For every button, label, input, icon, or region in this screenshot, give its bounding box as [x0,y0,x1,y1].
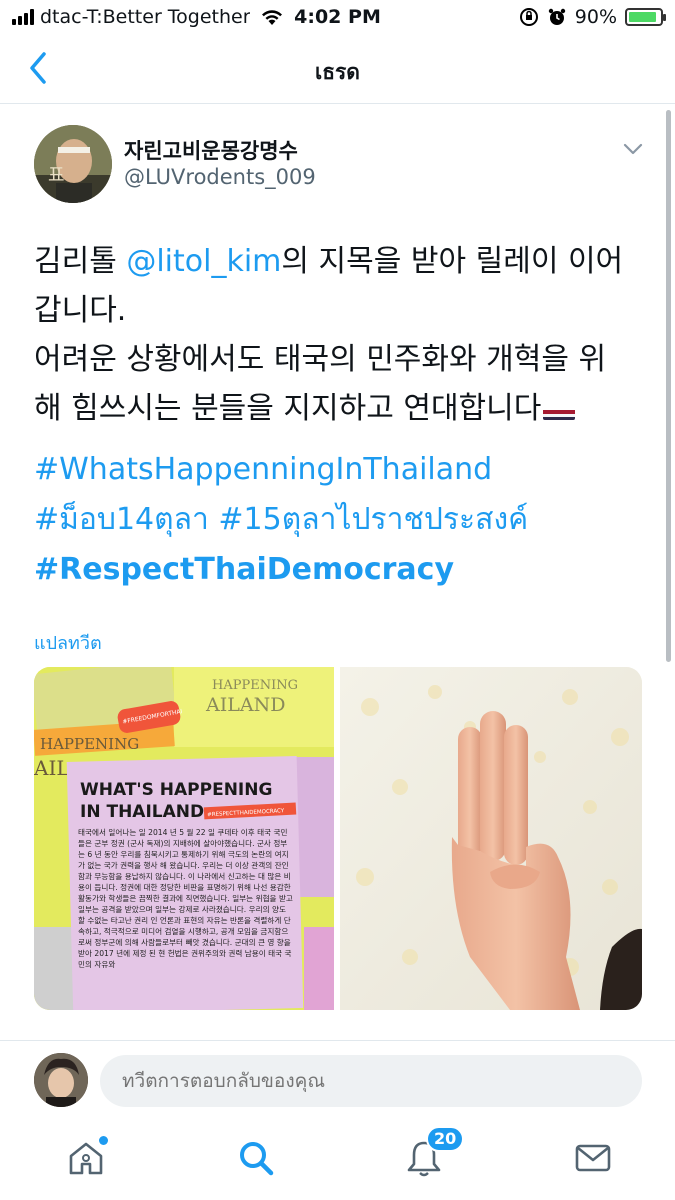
hand-photo-graphic [340,667,642,1010]
tweet-text-line: 해 힘쓰시는 분들을 지지하고 연대합니다 [34,384,644,433]
notifications-badge: 20 [426,1126,465,1152]
reply-input[interactable] [100,1055,642,1107]
battery-percent: 90% [574,6,617,28]
hashtag-link[interactable]: #WhatsHappenningInThailand [34,452,492,487]
tab-messages[interactable] [573,1138,613,1178]
author-handle[interactable]: @LUVrodents_009 [124,165,316,189]
tweet-text-line: 김리톨 @litol_kim의 지목을 받아 릴레이 이어 [34,237,644,286]
poster-heading: WHAT'S HAPPENING [80,780,272,800]
tweet-text: 김리톨 @litol_kim의 지목을 받아 릴레이 이어 갑니다. 어려운 상… [34,237,644,433]
chevron-down-icon [623,143,643,155]
battery-icon [625,8,666,26]
nav-header: เธรด [0,34,675,104]
thailand-flag-emoji [543,398,576,420]
tweet-text-segment: 의 지목을 받아 릴레이 이어 [281,244,624,279]
tweet-media: HAPPENING AIL HAPPENING AILAND #FREEDOMF… [34,667,642,1010]
messages-icon [575,1144,611,1172]
alarm-icon [548,8,565,25]
hashtags: #WhatsHappenningInThailand #ม็อบ14ตุลา #… [34,445,654,595]
author-avatar[interactable]: 표 [34,125,112,203]
three-finger-salute-photo[interactable] [340,667,642,1010]
search-icon [240,1142,274,1176]
tweet-text-segment: 김리톨 [34,244,127,279]
page-title: เธรด [315,60,360,84]
user-avatar-image [34,1053,88,1107]
orientation-lock-icon [519,8,538,26]
battery-level [629,12,656,22]
avatar-image: 표 [34,125,112,203]
mention-link[interactable]: @litol_kim [126,244,281,279]
poster-graphic: HAPPENING AIL HAPPENING AILAND #FREEDOMF… [34,667,334,1010]
poster-heading: IN THAILAND [80,802,204,822]
hashtag-link[interactable]: #ม็อบ14ตุลา [34,502,209,537]
tab-bar: 20 [0,1124,675,1200]
new-content-dot [99,1136,108,1145]
poster-bg-text: HAPPENING [40,735,139,753]
hashtag-link[interactable]: #RespectThaiDemocracy [34,552,454,587]
author-name[interactable]: 자린고비운몽강명수 [124,135,298,165]
translate-tweet-link[interactable]: แปลทวีต [34,628,102,657]
hashtag-line: #WhatsHappenningInThailand [34,445,654,495]
more-options-button[interactable] [620,139,646,159]
status-right: 90% [519,6,666,28]
poster-bg-text: AIL [34,756,70,780]
svg-text:표: 표 [48,165,65,186]
status-bar: dtac-T:Better Together 4:02 PM 90% [0,0,675,34]
hashtag-link[interactable]: #15ตุลาไปราชประสงค์ [218,502,528,537]
reply-bar [0,1040,675,1124]
poster-body-text: 태국에서 일어나는 일 2014 년 5 월 22 일 쿠데타 이후 태국 국민… [78,828,293,969]
tab-home[interactable] [66,1136,108,1178]
tab-notifications[interactable]: 20 [404,1126,465,1178]
tweet-text-segment: 해 힘쓰시는 분들을 지지하고 연대합니다 [34,391,542,426]
tweet-text-line: 갑니다. [34,293,127,328]
poster-bg-text: AILAND [205,694,285,716]
hashtag-line: #ม็อบ14ตุลา #15ตุลาไปราชประสงค์ [34,495,654,545]
tab-search[interactable] [236,1138,276,1178]
poster-image[interactable]: HAPPENING AIL HAPPENING AILAND #FREEDOMF… [34,667,334,1010]
poster-bg-text: HAPPENING [212,678,298,693]
hashtag-line: #RespectThaiDemocracy [34,545,654,595]
scrollbar[interactable] [666,110,671,662]
tweet-text-line: 어려운 상황에서도 태국의 민주화와 개혁을 위 [34,342,607,377]
user-avatar[interactable] [34,1053,88,1107]
